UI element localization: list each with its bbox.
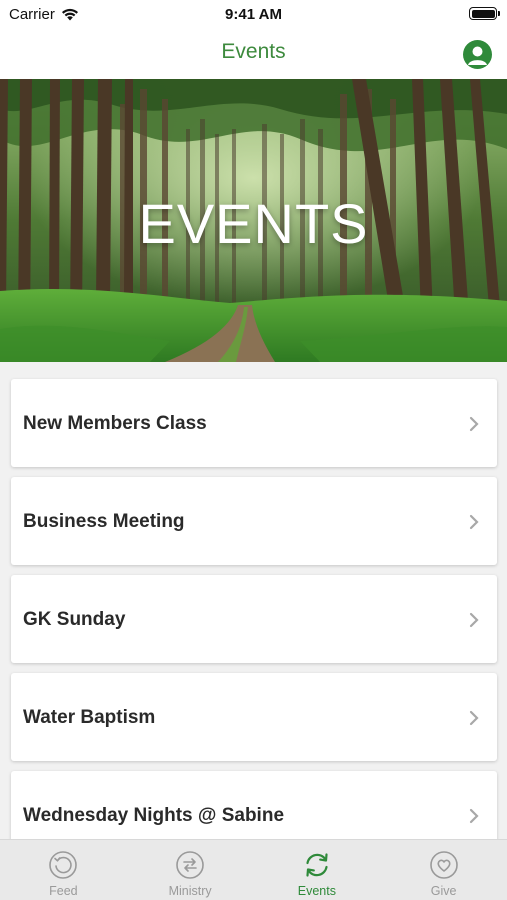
tab-label: Events [297,884,336,898]
event-item-gk-sunday[interactable]: GK Sunday [11,575,497,663]
event-label: GK Sunday [23,609,126,630]
event-item-wednesday-nights[interactable]: Wednesday Nights @ Sabine [11,771,497,839]
history-icon [49,851,78,879]
event-item-water-baptism[interactable]: Water Baptism [11,673,497,761]
tab-label: Ministry [168,884,212,898]
event-label: Wednesday Nights @ Sabine [23,805,285,826]
chevron-right-icon [469,514,479,530]
tab-label: Give [430,884,457,898]
tab-bar: Feed Ministry Events Give [0,839,507,900]
chevron-right-icon [469,808,479,824]
event-label: Water Baptism [23,707,156,728]
event-label: Business Meeting [23,511,185,532]
status-bar: Carrier 9:41 AM [0,0,507,28]
profile-button[interactable] [463,40,492,69]
hero-title: EVENTS [138,192,369,255]
tab-give[interactable]: Give [380,840,507,900]
tab-feed[interactable]: Feed [0,840,127,900]
battery-icon [469,7,500,20]
swap-arrows-icon [176,851,204,879]
page-title: Events [221,40,286,63]
chevron-right-icon [469,710,479,726]
navigation-bar: Events [0,28,507,79]
tab-events[interactable]: Events [254,840,381,900]
tab-ministry[interactable]: Ministry [127,840,254,900]
chevron-right-icon [469,416,479,432]
refresh-icon [306,853,328,877]
heart-icon [429,851,458,879]
event-item-new-members-class[interactable]: New Members Class [11,379,497,467]
event-list: New Members Class Business Meeting GK Su… [0,362,507,839]
clock: 9:41 AM [225,6,282,23]
hero-banner: EVENTS [0,79,507,362]
event-label: New Members Class [23,413,207,434]
chevron-right-icon [469,612,479,628]
event-item-business-meeting[interactable]: Business Meeting [11,477,497,565]
tab-label: Feed [49,884,78,898]
person-circle-icon [468,46,487,65]
